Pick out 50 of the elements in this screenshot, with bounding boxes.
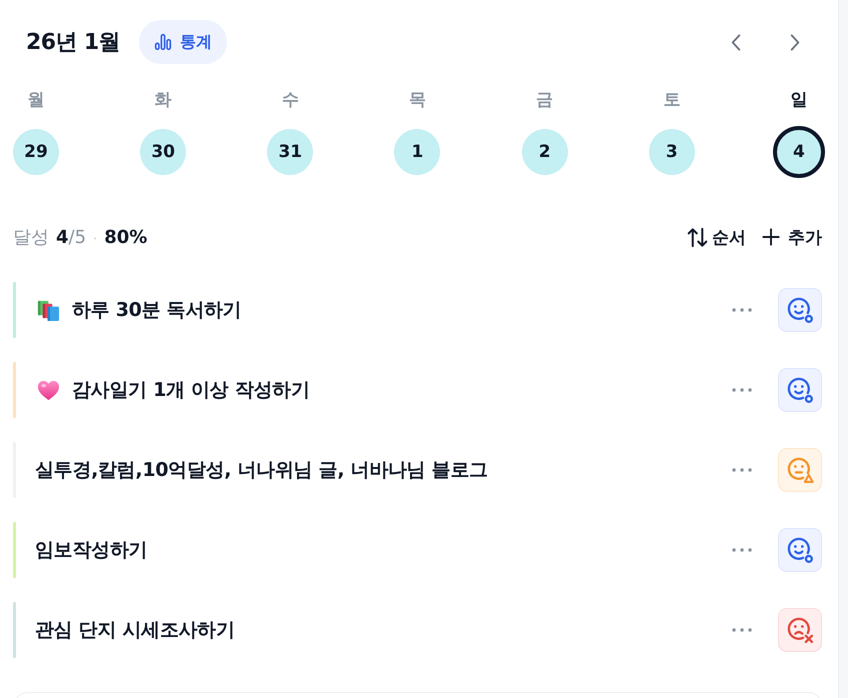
chevron-right-icon[interactable] xyxy=(790,34,800,50)
sort-button[interactable]: 순서 xyxy=(687,226,746,248)
weekday-label: 월 xyxy=(28,89,44,111)
stats-button[interactable]: 통계 xyxy=(138,20,227,64)
day-button[interactable]: 31 xyxy=(267,129,314,175)
more-icon[interactable] xyxy=(731,387,753,393)
neutral-face-icon xyxy=(786,456,814,484)
month-title: 26년 1월 xyxy=(26,29,120,57)
status-button[interactable] xyxy=(778,288,822,332)
plus-icon xyxy=(762,228,780,246)
status-button[interactable] xyxy=(778,448,822,492)
day-button[interactable]: 30 xyxy=(140,129,186,175)
day-button[interactable]: 4 xyxy=(772,126,825,178)
up-down-arrows-icon xyxy=(687,226,708,248)
habit-title: 실투경,칼럼,10억달성, 너나위님 글, 너바나님 블로그 xyxy=(35,458,488,483)
weekday-label: 금 xyxy=(536,89,554,111)
more-icon[interactable] xyxy=(731,307,753,313)
day-button[interactable]: 1 xyxy=(394,129,440,175)
smiling-face-icon xyxy=(786,376,814,404)
weekday-label: 화 xyxy=(154,89,172,111)
add-button[interactable]: 추가 xyxy=(762,226,822,248)
more-icon[interactable] xyxy=(731,467,753,473)
chevron-left-icon[interactable] xyxy=(731,34,741,50)
status-button[interactable] xyxy=(778,608,822,652)
goal-total: /5 xyxy=(68,227,86,248)
smiling-face-icon xyxy=(786,296,814,324)
smiling-face-icon xyxy=(786,536,814,564)
completion-percent: 80% xyxy=(104,227,148,248)
bar-chart-icon xyxy=(154,33,172,51)
sad-face-icon xyxy=(786,616,814,644)
done-count: 4 xyxy=(56,227,69,248)
day-button[interactable]: 29 xyxy=(13,129,59,175)
day-button[interactable]: 3 xyxy=(648,129,695,175)
status-button[interactable] xyxy=(778,368,822,412)
day-button[interactable]: 2 xyxy=(522,129,568,175)
weekday-label: 토 xyxy=(663,89,680,111)
books-icon xyxy=(37,298,60,322)
summary-label: 달성 xyxy=(13,226,49,249)
more-icon[interactable] xyxy=(731,627,753,633)
habit-title: 하루 30분 독서하기 xyxy=(72,298,242,323)
status-button[interactable] xyxy=(778,528,822,572)
habit-title: 관심 단지 시세조사하기 xyxy=(35,618,235,643)
weekday-label: 목 xyxy=(408,89,426,111)
weekday-label: 일 xyxy=(790,89,808,111)
more-icon[interactable] xyxy=(731,547,753,553)
habit-title: 임보작성하기 xyxy=(35,538,148,563)
weekday-label: 수 xyxy=(282,89,299,111)
habit-title: 감사일기 1개 이상 작성하기 xyxy=(72,378,310,403)
heart-icon xyxy=(37,378,60,402)
separator-dot: · xyxy=(93,232,98,247)
